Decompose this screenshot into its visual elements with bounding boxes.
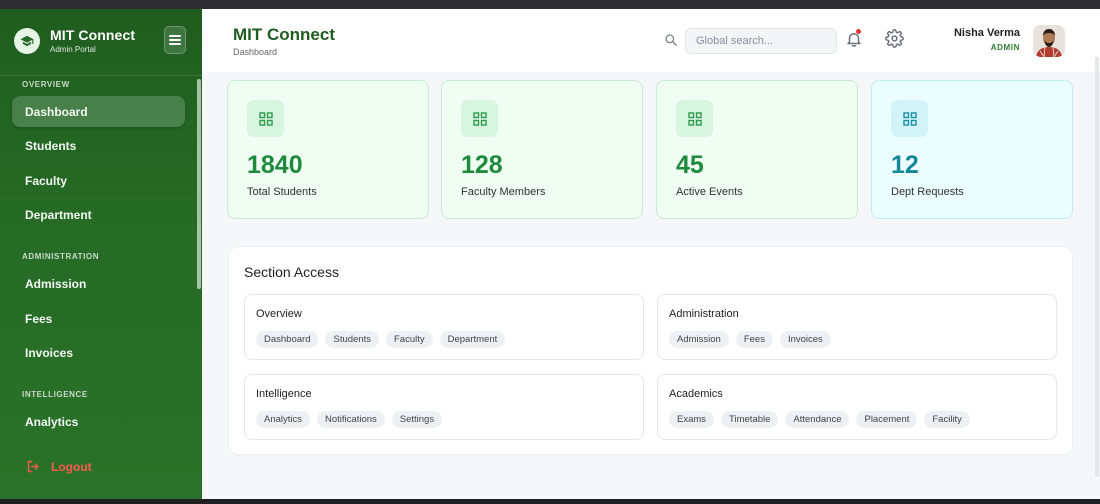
group-title: Academics	[669, 388, 723, 400]
chip-placement[interactable]: Placement	[856, 411, 918, 428]
window-bottom-strip	[0, 499, 1100, 504]
grid-icon	[891, 100, 928, 137]
chip-exams[interactable]: Exams	[669, 411, 715, 428]
section-access-panel: Section Access Overview Dashboard Studen…	[228, 246, 1073, 455]
gear-icon[interactable]	[885, 29, 904, 48]
brand-subtitle: Admin Portal	[50, 45, 96, 54]
user-role: ADMIN	[990, 43, 1020, 52]
page-title: MIT Connect	[233, 25, 335, 44]
group-title: Overview	[256, 308, 302, 320]
stat-label: Faculty Members	[461, 186, 546, 198]
user-name: Nisha Verma	[953, 27, 1020, 39]
stat-value: 128	[461, 151, 503, 179]
notification-dot	[856, 29, 861, 34]
chip-timetable[interactable]: Timetable	[721, 411, 779, 428]
chip-students[interactable]: Students	[325, 331, 379, 348]
chip-notifications[interactable]: Notifications	[317, 411, 385, 428]
sidebar-item-analytics[interactable]: Analytics	[12, 406, 185, 437]
graduation-cap-icon	[14, 27, 40, 54]
sidebar-scrollbar[interactable]	[197, 79, 201, 289]
section-label-administration: ADMINISTRATION	[22, 252, 100, 261]
sidebar-item-dashboard[interactable]: Dashboard	[12, 96, 185, 127]
top-header: MIT Connect Dashboard Nisha Verma ADMIN	[202, 9, 1100, 72]
search-icon	[665, 34, 677, 46]
group-title: Administration	[669, 308, 739, 320]
chip-dashboard[interactable]: Dashboard	[256, 331, 319, 348]
avatar[interactable]	[1033, 25, 1065, 57]
sidebar: MIT Connect Admin Portal OVERVIEW Dashbo…	[0, 9, 202, 499]
access-group-overview: Overview Dashboard Students Faculty Depa…	[244, 294, 644, 360]
stat-label: Total Students	[247, 186, 317, 198]
chip-analytics[interactable]: Analytics	[256, 411, 311, 428]
sidebar-divider	[0, 75, 202, 76]
chip-facility[interactable]: Facility	[924, 411, 970, 428]
grid-icon	[676, 100, 713, 137]
stat-card-faculty-members[interactable]: 128 Faculty Members	[441, 80, 643, 219]
logout-label: Logout	[51, 459, 92, 474]
grid-icon	[247, 100, 284, 137]
stat-card-total-students[interactable]: 1840 Total Students	[227, 80, 429, 219]
brand[interactable]: MIT Connect Admin Portal	[14, 27, 135, 54]
brand-title: MIT Connect	[50, 27, 136, 43]
chip-fees[interactable]: Fees	[735, 331, 773, 348]
section-label-overview: OVERVIEW	[22, 80, 70, 89]
stat-value: 12	[891, 151, 919, 179]
chip-settings[interactable]: Settings	[391, 411, 443, 428]
section-access-title: Section Access	[244, 264, 339, 280]
access-group-academics: Academics Exams Timetable Attendance Pla…	[657, 374, 1057, 440]
logout-icon	[27, 460, 39, 473]
sidebar-item-department[interactable]: Department	[12, 199, 185, 230]
hamburger-icon	[169, 35, 181, 45]
stat-card-active-events[interactable]: 45 Active Events	[656, 80, 858, 219]
logout-button[interactable]: Logout	[26, 459, 92, 474]
group-title: Intelligence	[256, 388, 312, 400]
chip-invoices[interactable]: Invoices	[779, 331, 831, 348]
main-scrollbar[interactable]	[1095, 57, 1099, 477]
sidebar-item-invoices[interactable]: Invoices	[12, 337, 185, 368]
stat-value: 1840	[247, 151, 303, 179]
global-search-input[interactable]	[685, 28, 837, 54]
sidebar-item-admission[interactable]: Admission	[12, 268, 185, 299]
window-top-strip	[0, 0, 1100, 9]
access-group-intelligence: Intelligence Analytics Notifications Set…	[244, 374, 644, 440]
sidebar-item-students[interactable]: Students	[12, 130, 185, 161]
section-label-intelligence: INTELLIGENCE	[22, 390, 88, 399]
chip-faculty[interactable]: Faculty	[385, 331, 433, 348]
stat-card-dept-requests[interactable]: 12 Dept Requests	[871, 80, 1073, 219]
stat-value: 45	[676, 151, 704, 179]
stat-label: Active Events	[676, 186, 743, 198]
main-content: MIT Connect Dashboard Nisha Verma ADMIN …	[202, 9, 1100, 499]
sidebar-item-faculty[interactable]: Faculty	[12, 165, 185, 196]
sidebar-item-fees[interactable]: Fees	[12, 303, 185, 334]
menu-toggle-button[interactable]	[164, 26, 186, 54]
breadcrumb: Dashboard	[233, 47, 278, 57]
stat-label: Dept Requests	[891, 186, 964, 198]
grid-icon	[461, 100, 498, 137]
chip-attendance[interactable]: Attendance	[785, 411, 850, 428]
access-group-administration: Administration Admission Fees Invoices	[657, 294, 1057, 360]
chip-department[interactable]: Department	[439, 331, 506, 348]
chip-admission[interactable]: Admission	[669, 331, 729, 348]
